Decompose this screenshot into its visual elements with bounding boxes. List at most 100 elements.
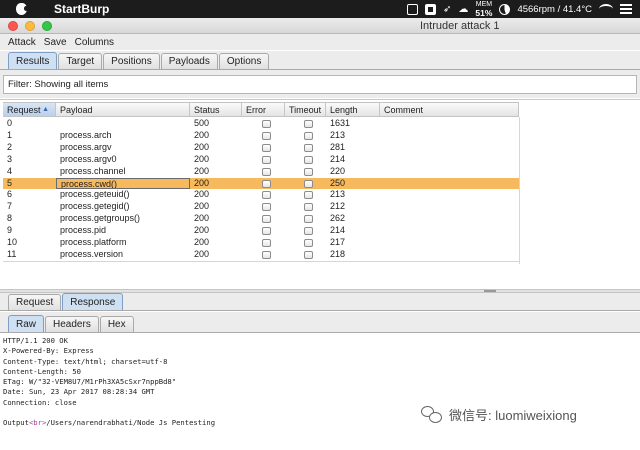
column-header-status[interactable]: Status xyxy=(190,103,242,116)
response-viewer[interactable]: HTTP/1.1 200 OK X-Powered-By: Express Co… xyxy=(0,334,640,450)
window-icon[interactable] xyxy=(407,3,419,15)
checkbox-icon xyxy=(262,155,271,164)
close-window-button[interactable] xyxy=(8,20,18,31)
notification-center-icon[interactable] xyxy=(620,4,632,14)
cell-request: 8 xyxy=(7,213,13,224)
checkbox-icon xyxy=(262,203,271,212)
checkbox-icon xyxy=(304,203,313,212)
tab-positions[interactable]: Positions xyxy=(103,53,160,69)
table-column-divider xyxy=(519,117,520,264)
tab-request[interactable]: Request xyxy=(8,294,62,310)
cell-length: 220 xyxy=(330,165,346,176)
column-header-error[interactable]: Error xyxy=(242,103,285,116)
cell-payload xyxy=(56,118,190,130)
cell-comment xyxy=(380,225,519,237)
cell-length: 214 xyxy=(330,153,346,164)
cell-request: 7 xyxy=(7,201,13,212)
response-line: X-Powered-By: Express xyxy=(3,346,94,356)
cell-error xyxy=(242,154,285,166)
table-row[interactable]: 2 process.argv 200 281 xyxy=(3,142,519,154)
cell-timeout xyxy=(285,249,326,261)
cell-error xyxy=(242,237,285,249)
table-row[interactable]: 4 process.channel 200 220 xyxy=(3,166,519,178)
menu-attack[interactable]: Attack xyxy=(8,37,36,48)
cell-error xyxy=(242,118,285,130)
tab-target[interactable]: Target xyxy=(58,53,103,69)
table-row[interactable]: 3 process.argv0 200 214 xyxy=(3,154,519,166)
cell-request: 0 xyxy=(7,118,13,128)
filter-bar[interactable]: Filter: Showing all items xyxy=(3,75,637,94)
memory-value: 51% xyxy=(475,8,493,18)
cell-request: 10 xyxy=(7,237,18,247)
cell-length: 214 xyxy=(330,225,346,236)
cpu-pie-icon[interactable] xyxy=(499,3,511,15)
window-titlebar: Intruder attack 1 xyxy=(0,18,640,34)
column-header-payload[interactable]: Payload xyxy=(56,103,190,116)
table-row[interactable]: 6 process.geteuid() 200 213 xyxy=(3,189,519,201)
cell-length: 281 xyxy=(330,141,346,152)
tab-hex[interactable]: Hex xyxy=(99,316,134,332)
cell-payload: process.cwd() xyxy=(56,177,190,190)
splitter-grip-icon[interactable] xyxy=(484,290,496,292)
app-name-menu[interactable]: StartBurp xyxy=(54,2,109,16)
cell-error xyxy=(242,189,285,201)
cell-request: 6 xyxy=(7,189,13,200)
wifi-icon[interactable] xyxy=(599,4,613,14)
tab-results[interactable]: Results xyxy=(8,52,58,69)
menu-columns[interactable]: Columns xyxy=(75,37,114,48)
table-row[interactable]: 1 process.arch 200 213 xyxy=(3,130,519,142)
cloud-icon[interactable]: ☁ xyxy=(458,4,468,15)
cell-length: 250 xyxy=(330,177,346,188)
cell-status: 200 xyxy=(194,237,210,247)
column-header-timeout[interactable]: Timeout xyxy=(285,103,326,116)
tab-options[interactable]: Options xyxy=(218,53,270,69)
memory-indicator[interactable]: MEM 51% xyxy=(475,1,492,17)
cell-status: 200 xyxy=(194,141,210,152)
screen-icon[interactable] xyxy=(425,3,437,15)
cell-error xyxy=(242,166,285,178)
table-row[interactable]: 10 process.platform 200 217 xyxy=(3,237,519,249)
table-row[interactable]: 9 process.pid 200 214 xyxy=(3,225,519,237)
table-row[interactable]: 5 process.cwd() 200 250 xyxy=(3,177,519,190)
tab-response[interactable]: Response xyxy=(62,293,124,310)
checkbox-icon xyxy=(262,167,271,176)
cell-error xyxy=(242,213,285,225)
column-header-comment[interactable]: Comment xyxy=(380,103,519,116)
table-row[interactable]: 8 process.getgroups() 200 262 xyxy=(3,213,519,225)
menu-save[interactable]: Save xyxy=(44,37,67,48)
cell-error xyxy=(242,142,285,154)
cell-request: 9 xyxy=(7,225,13,236)
cell-length: 1631 xyxy=(330,118,351,128)
fan-temp-readout[interactable]: 4566rpm / 41.4°C xyxy=(517,4,592,15)
cell-status: 200 xyxy=(194,153,210,164)
cell-length: 213 xyxy=(330,129,346,140)
apple-menu-icon[interactable] xyxy=(12,3,30,15)
tab-raw[interactable]: Raw xyxy=(8,315,45,332)
zoom-window-button[interactable] xyxy=(42,20,52,31)
response-line: Date: Sun, 23 Apr 2017 08:28:34 GMT xyxy=(3,387,155,397)
column-header-request[interactable]: Request ▲ xyxy=(3,103,56,116)
checkbox-icon xyxy=(262,191,271,200)
table-row[interactable]: 7 process.getegid() 200 212 xyxy=(3,201,519,213)
cell-comment xyxy=(380,166,519,178)
cell-comment xyxy=(380,130,519,142)
minimize-window-button[interactable] xyxy=(25,20,35,31)
cell-payload: process.channel xyxy=(60,165,126,176)
tab-payloads[interactable]: Payloads xyxy=(160,53,218,69)
checkbox-icon xyxy=(262,179,271,188)
cell-error xyxy=(242,178,285,190)
cell-request: 11 xyxy=(7,248,17,259)
cell-request: 3 xyxy=(7,153,13,164)
message-tabs: Request Response xyxy=(0,293,640,311)
cell-timeout xyxy=(285,178,326,190)
cell-comment xyxy=(380,201,519,213)
table-row[interactable]: 0 500 1631 xyxy=(3,118,519,130)
cell-payload: process.platform xyxy=(60,237,127,247)
table-row[interactable]: 11 process.version 200 218 xyxy=(3,249,519,261)
cell-status: 200 xyxy=(194,201,210,212)
tab-headers[interactable]: Headers xyxy=(45,316,99,332)
column-header-length[interactable]: Length xyxy=(326,103,380,116)
cell-comment xyxy=(380,142,519,154)
rocket-icon[interactable]: ➶ xyxy=(443,4,451,15)
cell-comment xyxy=(380,154,519,166)
